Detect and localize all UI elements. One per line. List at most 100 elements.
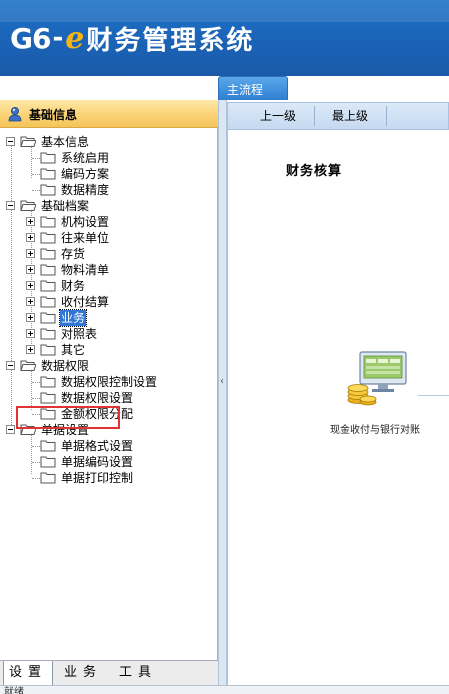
- user-icon: [8, 107, 22, 122]
- expand-icon[interactable]: [26, 329, 35, 338]
- tree-node-org-setup[interactable]: 机构设置: [26, 214, 206, 230]
- folder-icon: [40, 168, 56, 180]
- folder-icon: [40, 312, 56, 324]
- tree-node-data-precision[interactable]: 数据精度: [26, 182, 206, 198]
- brand-prefix: G6: [10, 21, 51, 55]
- expand-icon[interactable]: [26, 313, 35, 322]
- tree-node-mapping-table[interactable]: 对照表: [26, 326, 206, 342]
- left-panel: 基础信息 基本信息 系统启用 编码方案 数据精度 基础档案 机构设置 往来单位 …: [0, 100, 218, 686]
- tree-node-finance[interactable]: 财务: [26, 278, 206, 294]
- expand-icon[interactable]: [26, 265, 35, 274]
- folder-icon: [40, 392, 56, 404]
- folder-icon: [40, 248, 56, 260]
- toolbar: 上一级 最上级: [227, 102, 449, 130]
- top-level-button[interactable]: 最上级: [318, 103, 382, 129]
- tree-node-contacts[interactable]: 往来单位: [26, 230, 206, 246]
- tree-node-payment-settlement[interactable]: 收付结算: [26, 294, 206, 310]
- tree-line: [11, 141, 12, 431]
- expand-icon[interactable]: [26, 281, 35, 290]
- panel-splitter[interactable]: ‹: [218, 100, 227, 685]
- tree-label: 存货: [61, 247, 86, 261]
- toolbar-separator: [314, 106, 315, 126]
- collapse-icon[interactable]: [6, 425, 15, 434]
- tree-node-data-permission[interactable]: 数据权限: [6, 358, 206, 374]
- tree-label: 编码方案: [61, 167, 110, 181]
- tree-label: 对照表: [61, 327, 98, 341]
- collapse-icon[interactable]: [6, 361, 15, 370]
- folder-icon: [40, 264, 56, 276]
- tree-node-doc-print[interactable]: 单据打印控制: [26, 470, 206, 486]
- tree-label: 往来单位: [61, 231, 110, 245]
- tree-label-selected: 业务: [58, 309, 88, 327]
- highlight-box: [16, 406, 120, 429]
- folder-icon: [40, 328, 56, 340]
- status-bar: 就绪: [0, 685, 449, 694]
- nav-tree: 基本信息 系统启用 编码方案 数据精度 基础档案 机构设置 往来单位 存货 物料…: [0, 128, 218, 656]
- tree-node-business[interactable]: 业务: [26, 309, 206, 327]
- tree-label: 单据打印控制: [61, 471, 134, 485]
- tree-node-system-enable[interactable]: 系统启用: [26, 150, 206, 166]
- folder-icon: [40, 456, 56, 468]
- folder-icon: [40, 280, 56, 292]
- folder-open-icon: [20, 200, 36, 211]
- tree-label: 其它: [61, 343, 86, 357]
- folder-icon: [40, 472, 56, 484]
- app-header: G6 - e 财务管理系统: [0, 0, 449, 76]
- tree-label: 基本信息: [41, 135, 90, 149]
- brand-dash: -: [52, 23, 64, 53]
- tree-node-data-perm-control[interactable]: 数据权限控制设置: [26, 374, 216, 390]
- tree-node-doc-numbering[interactable]: 单据编码设置: [26, 454, 206, 470]
- tree-label: 数据精度: [61, 183, 110, 197]
- tree-label: 物料清单: [61, 263, 110, 277]
- expand-icon[interactable]: [26, 345, 35, 354]
- tree-label: 数据权限: [41, 359, 90, 373]
- expand-icon[interactable]: [26, 233, 35, 242]
- tree-node-inventory[interactable]: 存货: [26, 246, 206, 262]
- collapse-left-icon[interactable]: ‹: [220, 376, 224, 387]
- folder-icon: [40, 232, 56, 244]
- app-title: 财务管理系统: [86, 25, 255, 56]
- folder-icon: [40, 216, 56, 228]
- expand-icon[interactable]: [26, 297, 35, 306]
- tab-tools[interactable]: 工具: [113, 661, 163, 686]
- collapse-icon[interactable]: [6, 137, 15, 146]
- tree-node-data-perm-setup[interactable]: 数据权限设置: [26, 390, 206, 406]
- cash-bank-icon[interactable]: [346, 350, 416, 406]
- tree-node-coding-scheme[interactable]: 编码方案: [26, 166, 206, 182]
- folder-icon: [40, 376, 56, 388]
- tree-node-basic-info[interactable]: 基本信息: [6, 134, 206, 150]
- folder-open-icon: [20, 360, 36, 371]
- flow-connector: [418, 395, 449, 396]
- expand-icon[interactable]: [26, 249, 35, 258]
- toolbar-separator: [386, 106, 387, 126]
- tree-label: 收付结算: [61, 295, 110, 309]
- section-title: 财务核算: [286, 164, 343, 179]
- folder-icon: [40, 184, 56, 196]
- folder-icon: [40, 296, 56, 308]
- tree-label: 基础档案: [41, 199, 90, 213]
- collapse-icon[interactable]: [6, 201, 15, 210]
- status-text: 就绪: [4, 687, 24, 694]
- tree-label: 数据权限设置: [61, 391, 134, 405]
- tree-node-bom[interactable]: 物料清单: [26, 262, 206, 278]
- tree-node-other[interactable]: 其它: [26, 342, 206, 358]
- tree-label: 财务: [61, 279, 86, 293]
- flow-item-label[interactable]: 现金收付与银行对账: [330, 421, 420, 436]
- tree-label: 单据编码设置: [61, 455, 134, 469]
- brand-logo: G6 - e 财务管理系统: [10, 20, 254, 56]
- tree-label: 机构设置: [61, 215, 110, 229]
- folder-icon: [40, 344, 56, 356]
- tree-node-doc-format[interactable]: 单据格式设置: [26, 438, 206, 454]
- panel-title-bar: 基础信息: [0, 100, 218, 128]
- folder-open-icon: [20, 136, 36, 147]
- panel-bottom-tabs: 设置 业务 工具: [0, 660, 218, 686]
- tree-node-base-archive[interactable]: 基础档案: [6, 198, 206, 214]
- expand-icon[interactable]: [26, 217, 35, 226]
- folder-icon: [40, 152, 56, 164]
- folder-icon: [40, 440, 56, 452]
- tree-label: 系统启用: [61, 151, 110, 165]
- tab-main-flow[interactable]: 主流程: [218, 76, 288, 100]
- tab-business[interactable]: 业务: [58, 661, 108, 686]
- main-content: 财务核算 现金收付与银行对账: [227, 130, 449, 685]
- up-one-level-button[interactable]: 上一级: [246, 103, 310, 129]
